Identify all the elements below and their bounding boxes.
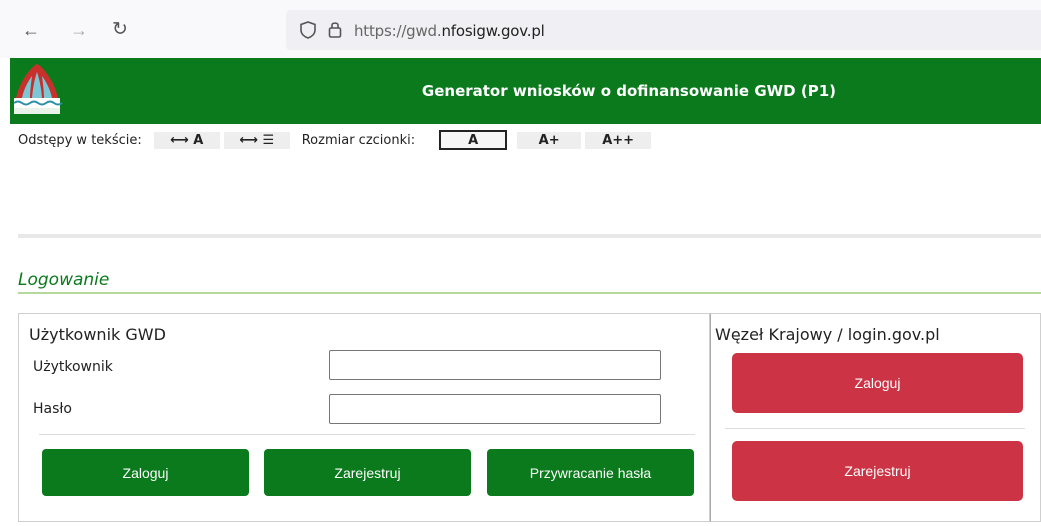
username-label: Użytkownik	[33, 359, 113, 375]
national-login-panel: Węzeł Krajowy / login.gov.pl Zaloguj Zar…	[710, 313, 1041, 522]
line-spacing-button[interactable]: ⟷ ☰	[223, 131, 290, 149]
divider	[725, 428, 1025, 429]
address-bar[interactable]: https://gwd.nfosigw.gov.pl	[286, 10, 1041, 50]
national-panel-title: Węzeł Krajowy / login.gov.pl	[715, 325, 940, 344]
browser-toolbar: ← → ↻ https://gwd.nfosigw.gov.pl	[0, 0, 1041, 58]
accessibility-toolbar: Odstępy w tekście: ⟷ A ⟷ ☰ Rozmiar czcio…	[18, 129, 655, 151]
password-input[interactable]	[329, 394, 661, 424]
shield-icon[interactable]	[300, 21, 316, 39]
national-register-button[interactable]: Zarejestruj	[732, 441, 1023, 501]
gwd-panel-title: Użytkownik GWD	[29, 325, 166, 344]
password-label: Hasło	[33, 401, 72, 417]
back-arrow-icon[interactable]: ←	[22, 20, 40, 40]
page-title: Generator wniosków o dofinansowanie GWD …	[421, 82, 836, 100]
username-input[interactable]	[329, 350, 661, 380]
text-spacing-label: Odstępy w tekście:	[18, 132, 142, 148]
url-text[interactable]: https://gwd.nfosigw.gov.pl	[354, 22, 545, 40]
gwd-register-button[interactable]: Zarejestruj	[264, 449, 471, 496]
font-size-normal-button[interactable]: A	[439, 130, 508, 150]
gwd-login-panel: Użytkownik GWD Użytkownik Hasło Zaloguj …	[18, 313, 710, 522]
divider	[39, 434, 695, 435]
section-underline	[18, 292, 1041, 294]
national-login-button[interactable]: Zaloguj	[732, 353, 1023, 413]
divider	[18, 234, 1041, 238]
reload-icon[interactable]: ↻	[112, 20, 128, 40]
password-reset-button[interactable]: Przywracanie hasła	[487, 449, 694, 496]
lock-icon[interactable]	[328, 20, 342, 38]
letter-spacing-button[interactable]: ⟷ A	[153, 131, 220, 149]
font-size-xlarge-button[interactable]: A++	[585, 131, 652, 149]
font-size-label: Rozmiar czcionki:	[301, 132, 416, 148]
section-title: Logowanie	[18, 270, 110, 290]
font-size-large-button[interactable]: A+	[517, 131, 582, 149]
forward-arrow-icon[interactable]: →	[70, 20, 88, 40]
site-header: Generator wniosków o dofinansowanie GWD …	[10, 58, 1041, 124]
gwd-login-button[interactable]: Zaloguj	[42, 449, 249, 496]
